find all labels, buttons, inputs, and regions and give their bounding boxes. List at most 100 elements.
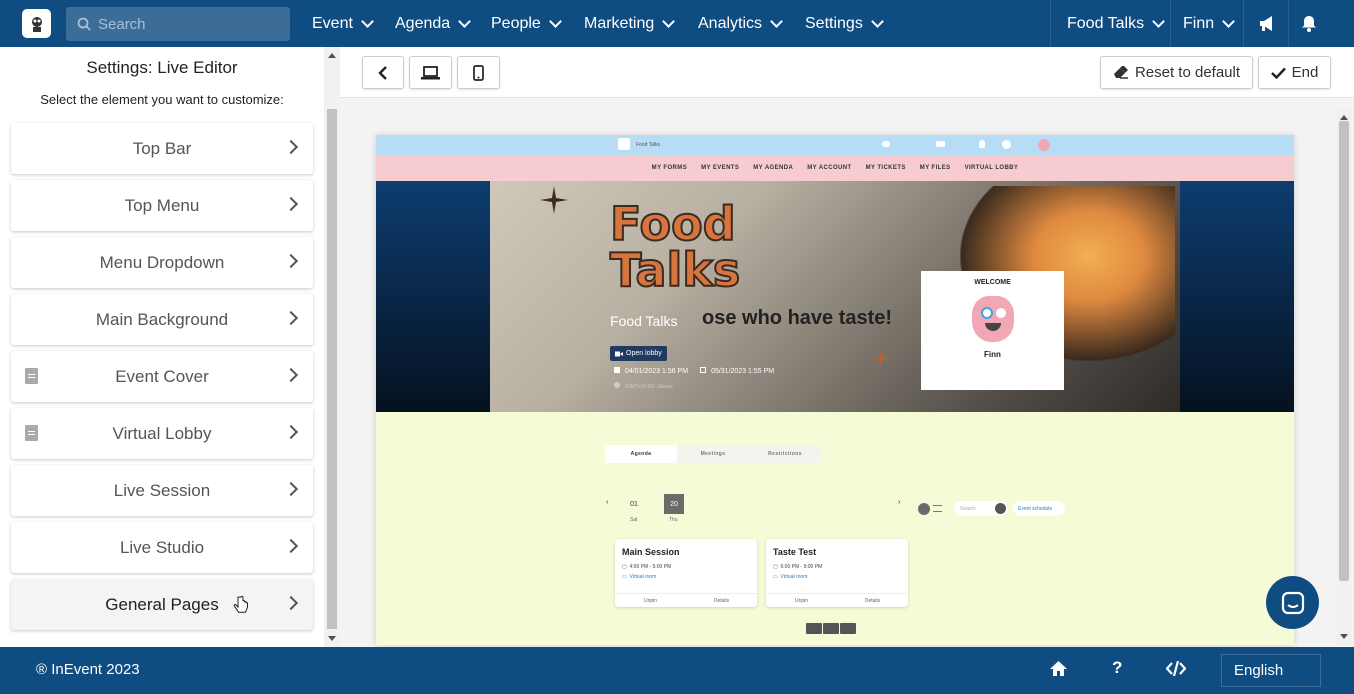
session-room[interactable]: ▭ Virtual room (773, 574, 807, 580)
details-button[interactable]: Details (686, 594, 757, 607)
menu-marketing[interactable]: Marketing (584, 0, 676, 47)
welcome-label: WELCOME (974, 279, 1011, 286)
scrollbar-thumb[interactable] (1339, 121, 1349, 581)
cover-tagline-text: ose who have taste! (702, 307, 893, 329)
menu-label: Analytics (698, 14, 763, 32)
scroll-up-icon[interactable] (1340, 115, 1348, 120)
pagination-next-icon[interactable] (840, 623, 856, 634)
sidebar-item-label: Top Bar (132, 138, 192, 158)
event-selector[interactable]: Food Talks (1067, 0, 1165, 47)
session-card-actions: Unpin Details (766, 593, 908, 607)
end-button[interactable]: End (1258, 56, 1331, 89)
sidebar-item-top-bar[interactable]: Top Bar (11, 123, 313, 174)
scroll-down-icon[interactable] (1340, 634, 1348, 639)
code-icon[interactable] (1166, 661, 1186, 676)
sidebar-item-main-background[interactable]: Main Background (11, 294, 313, 345)
sidebar-item-live-studio[interactable]: Live Studio (11, 522, 313, 573)
scroll-up-icon[interactable] (328, 53, 336, 58)
menu-analytics[interactable]: Analytics (698, 0, 783, 47)
open-lobby-label: Open lobby (626, 350, 662, 357)
preview-menu-item[interactable]: MY TICKETS (866, 165, 906, 171)
session-card[interactable]: Taste Test ▢ 6:00 PM - 9:00 PM ▭ Virtual… (766, 539, 908, 607)
start-date-text: 04/01/2023 1:56 PM (625, 368, 689, 375)
day-20[interactable]: 20 (664, 494, 684, 514)
chevron-right-icon (283, 595, 299, 611)
home-icon[interactable] (1049, 660, 1068, 677)
scroll-down-icon[interactable] (328, 636, 336, 641)
back-button[interactable] (362, 56, 404, 89)
unpin-button[interactable]: Unpin (615, 594, 686, 607)
menu-settings[interactable]: Settings (805, 0, 884, 47)
language-select[interactable]: English (1221, 654, 1321, 687)
preview-top-bar[interactable]: Food Talks (376, 135, 1294, 155)
welcome-card[interactable]: WELCOME Finn (921, 271, 1064, 390)
unpin-button[interactable]: Unpin (766, 594, 837, 607)
bell-icon[interactable] (1301, 0, 1317, 47)
menu-event[interactable]: Event (312, 0, 374, 47)
preview-menu-item[interactable]: VIRTUAL LOBBY (965, 165, 1019, 171)
megaphone-icon[interactable] (1258, 0, 1277, 47)
grid-view-icon[interactable] (918, 503, 930, 515)
preview-scrollbar[interactable] (1337, 109, 1351, 645)
end-label: End (1291, 64, 1319, 81)
search-input[interactable]: Search (66, 7, 290, 41)
preview-top-menu[interactable]: MY FORMS MY EVENTS MY AGENDA MY ACCOUNT … (376, 155, 1294, 181)
session-title: Main Session (622, 547, 680, 557)
details-button[interactable]: Details (837, 594, 908, 607)
open-lobby-button[interactable]: Open lobby (610, 346, 667, 361)
sidebar-item-top-menu[interactable]: Top Menu (11, 180, 313, 231)
preview-inbox-icon (936, 141, 945, 147)
menu-agenda[interactable]: Agenda (395, 0, 472, 47)
app-logo[interactable] (22, 9, 51, 38)
help-icon[interactable]: ? (1112, 658, 1122, 678)
session-card[interactable]: Main Session ▢ 4:00 PM - 5:00 PM ▭ Virtu… (615, 539, 757, 607)
menu-label: Settings (805, 14, 863, 32)
mobile-view-button[interactable] (457, 56, 500, 89)
divider (1288, 0, 1289, 47)
sparkle-icon (540, 186, 568, 214)
scrollbar-thumb[interactable] (327, 109, 337, 629)
session-room[interactable]: ▭ Virtual room (622, 574, 656, 580)
user-menu[interactable]: Finn (1183, 0, 1235, 47)
reset-label: Reset to default (1134, 64, 1241, 81)
sidebar-item-menu-dropdown[interactable]: Menu Dropdown (11, 237, 313, 288)
desktop-view-button[interactable] (409, 56, 452, 89)
preview-menu-item[interactable]: MY AGENDA (753, 165, 793, 171)
tab-agenda[interactable]: Agenda (605, 445, 677, 463)
preview-menu-item[interactable]: MY ACCOUNT (807, 165, 851, 171)
preview-menu-item[interactable]: MY EVENTS (701, 165, 739, 171)
prev-day-icon[interactable]: ‹ (606, 499, 608, 506)
sidebar-item-virtual-lobby[interactable]: Virtual Lobby (11, 408, 313, 459)
tab-meetings[interactable]: Meetings (677, 445, 749, 463)
preview-menu-item[interactable]: MY FILES (920, 165, 951, 171)
sidebar-item-event-cover[interactable]: Event Cover (11, 351, 313, 402)
cover-title-line1: Food (609, 197, 737, 251)
reset-to-default-button[interactable]: Reset to default (1100, 56, 1253, 89)
schedule-select-value: Event schedule (1018, 506, 1053, 512)
sidebar-item-live-session[interactable]: Live Session (11, 465, 313, 516)
preview-main-background[interactable]: Agenda Meetings Restrictions ‹ 01 Sat 20… (376, 412, 1294, 645)
page-preview[interactable]: Food Talks MY FORMS MY EVENTS MY AGENDA … (376, 135, 1294, 645)
preview-menu-item[interactable]: MY FORMS (652, 165, 687, 171)
list-view-icon[interactable] (933, 505, 942, 512)
cover-event-name: Food Talks (610, 313, 678, 329)
event-schedule-select[interactable]: Event schedule (1013, 501, 1065, 516)
menu-people[interactable]: People (491, 0, 562, 47)
pagination-prev-icon[interactable] (806, 623, 822, 634)
menu-label: Marketing (584, 14, 655, 32)
chevron-down-icon (548, 14, 562, 28)
chevron-right-icon (283, 481, 299, 497)
chat-support-button[interactable] (1266, 576, 1319, 629)
sidebar-scrollbar[interactable] (324, 47, 340, 647)
session-time: ▢ 6:00 PM - 9:00 PM (773, 564, 823, 570)
preview-search-input[interactable]: Search (954, 501, 1008, 516)
preview-event-cover[interactable]: Food Talks ose who have taste! Food Talks… (376, 181, 1294, 412)
day-01[interactable]: 01 (624, 494, 644, 514)
pagination (806, 623, 856, 634)
welcome-name: Finn (984, 350, 1001, 359)
next-day-icon[interactable]: › (898, 499, 900, 506)
search-icon (77, 17, 91, 31)
sidebar-item-general-pages[interactable]: General Pages (11, 579, 313, 630)
tab-restrictions[interactable]: Restrictions (749, 445, 821, 463)
pagination-page[interactable] (823, 623, 839, 634)
